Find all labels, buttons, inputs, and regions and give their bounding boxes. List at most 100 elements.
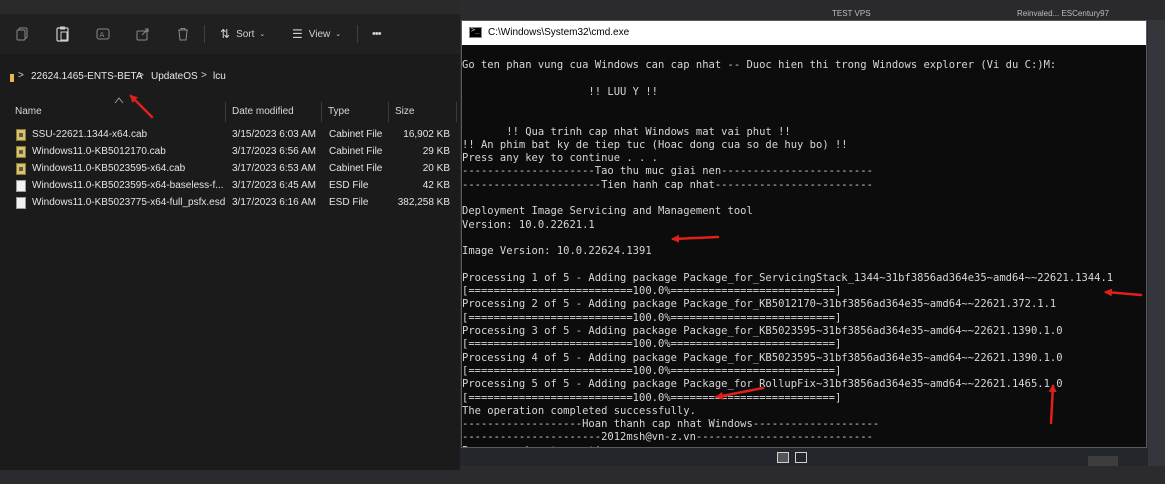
console-line: Processing 4 of 5 - Adding package Packa… bbox=[462, 351, 1063, 364]
console-line: ----------------------2012msh@vn-z.vn---… bbox=[462, 431, 873, 444]
view-label: View bbox=[308, 28, 331, 40]
console-output[interactable]: Go ten phan vung cua Windows can cap nha… bbox=[462, 45, 1146, 447]
copy-icon[interactable] bbox=[16, 24, 30, 44]
file-size: 42 KB bbox=[422, 180, 450, 191]
file-type: Cabinet File bbox=[329, 129, 383, 140]
file-type: ESD File bbox=[329, 197, 369, 208]
file-row[interactable]: Windows11.0-KB5023775-x64-full_psfx.esd … bbox=[0, 195, 460, 212]
sort-button[interactable]: ⇅ Sort ⌄ bbox=[220, 24, 265, 44]
console-line: Go ten phan vung cua Windows can cap nha… bbox=[462, 59, 1057, 71]
console-line: ----------------------Tien hanh cap nhat… bbox=[462, 178, 873, 191]
sort-icon: ⇅ bbox=[220, 27, 231, 41]
toolbar-divider bbox=[204, 25, 205, 43]
console-line: Image Version: 10.0.22624.1391 bbox=[462, 245, 652, 258]
console-line: !! Qua trinh cap nhat Windows mat vai ph… bbox=[462, 125, 791, 138]
file-date: 3/17/2023 6:16 AM bbox=[232, 197, 316, 208]
cab-file-icon bbox=[16, 163, 26, 175]
file-size: 16,902 KB bbox=[403, 129, 450, 140]
console-line: !! An phim bat ky de tiep tuc (Hoac dong… bbox=[462, 138, 848, 151]
column-header-size[interactable]: Size bbox=[395, 106, 414, 117]
taskbar bbox=[0, 470, 1165, 484]
console-line: -------------------Hoan thanh cap nhat W… bbox=[462, 418, 880, 431]
console-line: Processing 3 of 5 - Adding package Packa… bbox=[462, 325, 1063, 337]
console-line: [==========================100.0%=======… bbox=[462, 285, 842, 298]
file-row[interactable]: Windows11.0-KB5023595-x64-baseless-f... … bbox=[0, 178, 460, 195]
background-thumbnail bbox=[1088, 456, 1118, 466]
folder-icon bbox=[10, 74, 14, 82]
file-name: Windows11.0-KB5023775-x64-full_psfx.esd bbox=[32, 197, 226, 208]
console-line: Processing 2 of 5 - Adding package Packa… bbox=[462, 298, 1057, 311]
console-line: Processing 5 of 5 - Adding package Packa… bbox=[462, 378, 1063, 391]
sort-label: Sort bbox=[236, 28, 255, 40]
console-line: [==========================100.0%=======… bbox=[462, 311, 842, 324]
explorer-top-strip bbox=[0, 0, 460, 14]
command-prompt-window[interactable]: C:\Windows\System32\cmd.exe Go ten phan … bbox=[461, 20, 1147, 448]
file-row[interactable]: Windows11.0-KB5012170.cab 3/17/2023 6:56… bbox=[0, 144, 460, 161]
file-type: ESD File bbox=[329, 180, 369, 191]
file-size: 382,258 KB bbox=[397, 197, 450, 208]
file-size: 20 KB bbox=[422, 163, 450, 174]
rename-icon[interactable]: A bbox=[96, 24, 110, 44]
file-size: 29 KB bbox=[422, 146, 450, 157]
file-name: Windows11.0-KB5012170.cab bbox=[32, 146, 166, 157]
background-window-text: TEST VPS bbox=[832, 9, 871, 18]
console-line: [==========================100.0%=======… bbox=[462, 391, 842, 404]
esd-file-icon bbox=[16, 180, 26, 192]
file-name: Windows11.0-KB5023595-x64-baseless-f... bbox=[32, 180, 224, 191]
column-divider[interactable] bbox=[456, 102, 457, 122]
column-header-type[interactable]: Type bbox=[328, 106, 350, 117]
chevron-down-icon: ⌄ bbox=[335, 31, 342, 38]
chevron-down-icon: ⌄ bbox=[259, 31, 266, 38]
console-line: Press any key to continue . . . bbox=[462, 445, 658, 447]
tiles-view-icon[interactable] bbox=[795, 452, 807, 463]
column-divider[interactable] bbox=[388, 102, 389, 122]
background-window-edge bbox=[1148, 20, 1165, 466]
column-header-date[interactable]: Date modified bbox=[232, 106, 294, 117]
console-line: Deployment Image Servicing and Managemen… bbox=[462, 205, 753, 218]
file-explorer-window: A ⇅ Sort ⌄ ☰ View ⌄ ••• > 22624.1465-ENT… bbox=[0, 0, 460, 470]
breadcrumb-item[interactable]: UpdateOS bbox=[151, 71, 198, 82]
console-icon bbox=[469, 26, 482, 38]
file-name: Windows11.0-KB5023595-x64.cab bbox=[32, 163, 186, 174]
cmd-title-bar[interactable]: C:\Windows\System32\cmd.exe bbox=[462, 21, 1146, 45]
breadcrumb-item[interactable]: 22624.1465-ENTS-BETA bbox=[31, 71, 143, 82]
file-row[interactable]: Windows11.0-KB5023595-x64.cab 3/17/2023 … bbox=[0, 161, 460, 178]
console-line: ---------------------Tao thu muc giai ne… bbox=[462, 165, 873, 178]
file-date: 3/17/2023 6:53 AM bbox=[232, 163, 316, 174]
toolbar-divider bbox=[357, 25, 358, 43]
column-header-name[interactable]: Name bbox=[15, 106, 42, 117]
cab-file-icon bbox=[16, 129, 26, 141]
console-line: Version: 10.0.22621.1 bbox=[462, 218, 595, 231]
file-date: 3/17/2023 6:56 AM bbox=[232, 146, 316, 157]
view-icon: ☰ bbox=[292, 27, 303, 41]
file-name: SSU-22621.1344-x64.cab bbox=[32, 129, 148, 140]
breadcrumb-separator: > bbox=[18, 70, 24, 81]
column-divider[interactable] bbox=[321, 102, 322, 122]
background-window-text: Reinvaled... ESCentury97 bbox=[1017, 9, 1110, 18]
esd-file-icon bbox=[16, 197, 26, 209]
column-divider[interactable] bbox=[225, 102, 226, 122]
console-line: The operation completed successfully. bbox=[462, 404, 696, 417]
console-line: Processing 1 of 5 - Adding package Packa… bbox=[462, 271, 1114, 284]
console-line: !! LUU Y !! bbox=[462, 85, 658, 98]
console-line: [==========================100.0%=======… bbox=[462, 364, 842, 377]
paste-icon[interactable] bbox=[56, 24, 70, 44]
sort-ascending-icon bbox=[114, 97, 124, 104]
explorer-toolbar: A ⇅ Sort ⌄ ☰ View ⌄ ••• bbox=[0, 14, 460, 54]
file-type: Cabinet File bbox=[329, 146, 383, 157]
file-date: 3/17/2023 6:45 AM bbox=[232, 180, 316, 191]
console-line: [==========================100.0%=======… bbox=[462, 338, 842, 351]
breadcrumb-separator: > bbox=[138, 70, 144, 81]
share-icon[interactable] bbox=[136, 24, 150, 44]
breadcrumb-item[interactable]: lcu bbox=[213, 71, 226, 82]
cab-file-icon bbox=[16, 146, 26, 158]
file-row[interactable]: SSU-22621.1344-x64.cab 3/15/2023 6:03 AM… bbox=[0, 127, 460, 144]
file-date: 3/15/2023 6:03 AM bbox=[232, 129, 316, 140]
cmd-window-title: C:\Windows\System32\cmd.exe bbox=[488, 27, 630, 38]
more-options-button[interactable]: ••• bbox=[372, 24, 382, 44]
delete-icon[interactable] bbox=[176, 24, 190, 44]
details-view-icon[interactable] bbox=[777, 452, 789, 463]
view-button[interactable]: ☰ View ⌄ bbox=[292, 24, 341, 44]
file-type: Cabinet File bbox=[329, 163, 383, 174]
breadcrumb-separator: > bbox=[201, 70, 207, 81]
